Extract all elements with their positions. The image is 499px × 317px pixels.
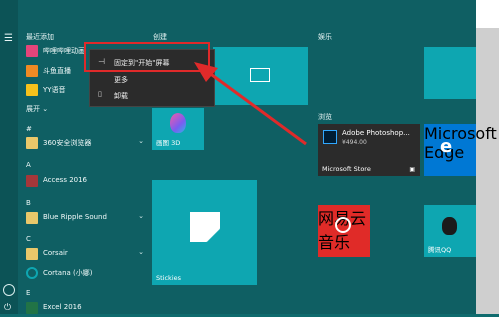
power-icon[interactable]: ⏻ (4, 303, 13, 313)
folder-icon (26, 248, 38, 260)
store-app-title: Adobe Photoshop... (342, 129, 410, 137)
app-label: YY语音 (43, 86, 66, 94)
group-entertainment[interactable]: 娱乐 (318, 32, 332, 42)
netease-icon (335, 217, 351, 233)
list-item[interactable]: Excel 2016 (26, 301, 148, 317)
folder-icon (26, 212, 38, 224)
user-icon[interactable] (3, 284, 15, 296)
qq-penguin-icon (442, 217, 457, 235)
photoshop-icon (323, 130, 337, 144)
excel-icon (26, 302, 38, 314)
letter-header[interactable]: E (26, 289, 30, 297)
yy-icon (26, 84, 38, 96)
qq-tile[interactable]: 腾讯QQ (424, 205, 476, 257)
trash-icon: ▯ (98, 90, 102, 98)
app-label: Corsair (43, 249, 68, 257)
app-label: Access 2016 (43, 176, 88, 184)
netease-tile[interactable]: 网易云音乐 (318, 205, 370, 257)
start-menu: ☰ ⏻ 最近添加 哔哩哔哩动画 斗鱼直播 YY语音 展开 ⌄ # 360安全浏览… (0, 0, 497, 317)
start-rail: ☰ ⏻ (0, 0, 18, 314)
edge-icon: e (440, 136, 453, 157)
group-browse[interactable]: 浏览 (318, 112, 332, 122)
tile-label: 画图 3D (156, 139, 181, 147)
menu-item-label: 更多 (114, 76, 128, 84)
app-label: 哔哩哔哩动画 (43, 47, 85, 55)
app-label: 斗鱼直播 (43, 67, 71, 75)
list-item[interactable]: Access 2016 (26, 174, 148, 190)
douyu-icon (26, 65, 38, 77)
list-item[interactable]: Blue Ripple Sound ⌄ (26, 211, 148, 227)
store-price: ¥494.00 (342, 139, 367, 146)
app-label: Excel 2016 (43, 303, 82, 311)
tile-label: Microsoft Store (322, 165, 371, 173)
chevron-down-icon: ⌄ (138, 248, 144, 256)
bilibili-icon (26, 45, 38, 57)
list-item[interactable]: 360安全浏览器 ⌄ (26, 136, 148, 152)
hamburger-icon[interactable]: ☰ (4, 34, 14, 44)
expand-label: 展开 (26, 105, 40, 113)
store-bag-icon: ▣ (409, 166, 415, 173)
list-item[interactable]: Cortana (小娜) (26, 266, 148, 282)
letter-header[interactable]: C (26, 235, 31, 243)
letter-header[interactable]: A (26, 161, 31, 169)
letter-header[interactable]: B (26, 199, 31, 207)
chevron-down-icon: ⌄ (138, 137, 144, 145)
tile-label: Stickies (156, 274, 182, 282)
expand-link[interactable]: 展开 ⌄ (26, 104, 48, 114)
cortana-icon (26, 267, 38, 279)
sticky-note-icon (190, 212, 220, 242)
folder-icon (26, 137, 38, 149)
background-window-edge (476, 28, 499, 314)
stickies-tile[interactable]: Stickies (152, 180, 257, 285)
menu-item-label: 卸载 (114, 92, 128, 100)
app-label: 360安全浏览器 (43, 139, 92, 147)
app-label: Cortana (小娜) (43, 269, 93, 277)
letter-header[interactable]: # (26, 125, 32, 133)
access-icon (26, 175, 38, 187)
tile-label: 腾讯QQ (428, 246, 452, 254)
arrow-head (194, 62, 218, 82)
edge-tile[interactable]: e Microsoft Edge (424, 124, 497, 176)
list-item[interactable]: Corsair ⌄ (26, 247, 148, 263)
store-tile[interactable]: Adobe Photoshop... ¥494.00 Microsoft Sto… (318, 124, 420, 176)
app-label: Blue Ripple Sound (43, 213, 107, 221)
chevron-down-icon: ⌄ (138, 212, 144, 220)
recent-header: 最近添加 (26, 33, 54, 41)
annotation-arrow (194, 62, 307, 146)
arrow-shaft (207, 70, 307, 146)
sticky-fold (207, 229, 220, 242)
group-create[interactable]: 创建 (153, 32, 167, 42)
entertainment-tile[interactable] (424, 47, 476, 99)
chevron-down-icon: ⌄ (42, 105, 49, 113)
